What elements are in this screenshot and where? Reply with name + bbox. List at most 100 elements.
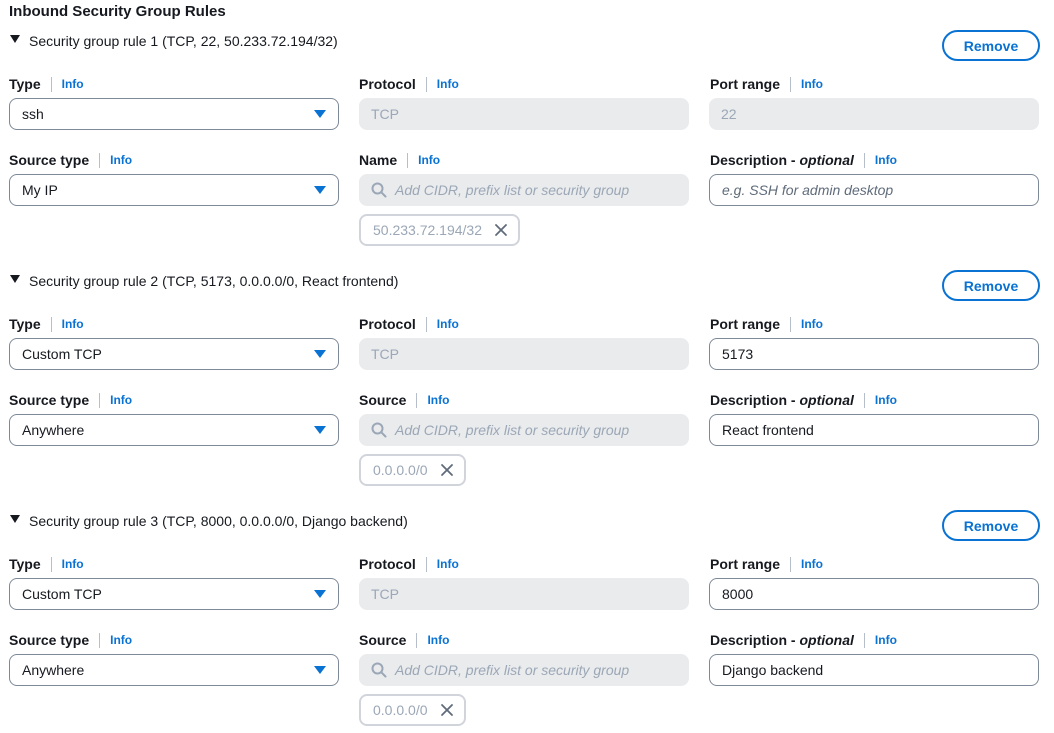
info-link[interactable]: Info — [437, 557, 459, 571]
source-search-input[interactable]: Add CIDR, prefix list or security group — [359, 174, 689, 206]
source-type-value: My IP — [22, 182, 58, 198]
source-token-label: 0.0.0.0/0 — [373, 702, 428, 718]
info-link[interactable]: Info — [62, 317, 84, 331]
info-link[interactable]: Info — [427, 393, 449, 407]
divider — [790, 76, 792, 92]
divider — [863, 632, 865, 648]
port-range-value: 5173 — [722, 346, 754, 362]
divider — [863, 152, 865, 168]
source-type-label-row: Source type Info — [9, 631, 132, 649]
close-icon[interactable] — [494, 223, 508, 237]
port-label-row: Port range Info — [710, 75, 823, 93]
source-type-select[interactable]: Anywhere — [9, 654, 339, 686]
type-label: Type — [9, 76, 41, 92]
port-range-input[interactable]: 8000 — [709, 578, 1039, 610]
source-type-label: Source type — [9, 152, 90, 168]
port-range-label: Port range — [710, 556, 781, 572]
source-token-label: 50.233.72.194/32 — [373, 222, 482, 238]
info-link[interactable]: Info — [437, 317, 459, 331]
type-select[interactable]: Custom TCP — [9, 578, 339, 610]
type-value: Custom TCP — [22, 586, 102, 602]
info-link[interactable]: Info — [110, 153, 132, 167]
info-link[interactable]: Info — [427, 633, 449, 647]
type-select[interactable]: Custom TCP — [9, 338, 339, 370]
source-type-label: Source type — [9, 392, 90, 408]
protocol-label-row: Protocol Info — [359, 315, 459, 333]
source-type-select[interactable]: My IP — [9, 174, 339, 206]
description-input[interactable]: e.g. SSH for admin desktop — [709, 174, 1039, 206]
search-icon — [371, 182, 387, 198]
source-type-label: Source type — [9, 632, 90, 648]
info-link[interactable]: Info — [801, 557, 823, 571]
info-link[interactable]: Info — [875, 633, 897, 647]
info-link[interactable]: Info — [62, 77, 84, 91]
port-range-input[interactable]: 5173 — [709, 338, 1039, 370]
caret-down-icon — [10, 35, 20, 43]
description-label: Description - optional — [710, 152, 854, 168]
source-label: Name — [359, 152, 398, 168]
inbound-rules-panel: Inbound Security Group Rules Security gr… — [0, 0, 1054, 733]
description-label-row: Description - optional Info — [710, 151, 897, 169]
source-placeholder: Add CIDR, prefix list or security group — [395, 662, 630, 678]
close-icon[interactable] — [440, 703, 454, 717]
divider — [50, 316, 52, 332]
type-select[interactable]: ssh — [9, 98, 339, 130]
type-label-row: Type Info — [9, 315, 84, 333]
divider — [99, 392, 101, 408]
info-link[interactable]: Info — [875, 393, 897, 407]
description-label-row: Description - optional Info — [710, 391, 897, 409]
info-link[interactable]: Info — [110, 633, 132, 647]
remove-button[interactable]: Remove — [942, 510, 1040, 541]
rule-1-toggle[interactable]: Security group rule 1 (TCP, 22, 50.233.7… — [10, 30, 338, 52]
info-link[interactable]: Info — [62, 557, 84, 571]
source-label: Source — [359, 392, 407, 408]
source-label: Source — [359, 632, 407, 648]
search-icon — [371, 662, 387, 678]
port-range-value: 22 — [721, 106, 737, 122]
source-label-row: Source Info — [359, 631, 449, 649]
rule-2-toggle[interactable]: Security group rule 2 (TCP, 5173, 0.0.0.… — [10, 270, 398, 292]
port-range-label: Port range — [710, 316, 781, 332]
divider — [425, 316, 427, 332]
source-type-label-row: Source type Info — [9, 151, 132, 169]
info-link[interactable]: Info — [110, 393, 132, 407]
info-link[interactable]: Info — [875, 153, 897, 167]
divider — [407, 152, 409, 168]
protocol-field: TCP — [359, 338, 689, 370]
info-link[interactable]: Info — [418, 153, 440, 167]
port-label-row: Port range Info — [710, 315, 823, 333]
divider — [416, 392, 418, 408]
description-value: Django backend — [722, 662, 824, 678]
description-placeholder: e.g. SSH for admin desktop — [722, 182, 894, 198]
divider — [790, 316, 792, 332]
source-search-input[interactable]: Add CIDR, prefix list or security group — [359, 414, 689, 446]
source-search-input[interactable]: Add CIDR, prefix list or security group — [359, 654, 689, 686]
source-type-value: Anywhere — [22, 662, 85, 678]
protocol-field: TCP — [359, 578, 689, 610]
type-value: Custom TCP — [22, 346, 102, 362]
info-link[interactable]: Info — [437, 77, 459, 91]
divider — [425, 556, 427, 572]
caret-down-icon — [314, 186, 326, 194]
port-label-row: Port range Info — [710, 555, 823, 573]
source-token: 50.233.72.194/32 — [359, 214, 520, 246]
rule-1: Security group rule 1 (TCP, 22, 50.233.7… — [0, 30, 1054, 270]
search-icon — [371, 422, 387, 438]
remove-button[interactable]: Remove — [942, 270, 1040, 301]
remove-button[interactable]: Remove — [942, 30, 1040, 61]
description-input[interactable]: React frontend — [709, 414, 1039, 446]
protocol-label: Protocol — [359, 556, 416, 572]
divider — [50, 556, 52, 572]
type-value: ssh — [22, 106, 44, 122]
source-type-select[interactable]: Anywhere — [9, 414, 339, 446]
type-label-row: Type Info — [9, 555, 84, 573]
rule-3: Security group rule 3 (TCP, 8000, 0.0.0.… — [0, 510, 1054, 733]
rule-3-toggle[interactable]: Security group rule 3 (TCP, 8000, 0.0.0.… — [10, 510, 408, 532]
description-input[interactable]: Django backend — [709, 654, 1039, 686]
type-label: Type — [9, 316, 41, 332]
close-icon[interactable] — [440, 463, 454, 477]
source-type-label-row: Source type Info — [9, 391, 132, 409]
info-link[interactable]: Info — [801, 317, 823, 331]
protocol-label-row: Protocol Info — [359, 75, 459, 93]
info-link[interactable]: Info — [801, 77, 823, 91]
